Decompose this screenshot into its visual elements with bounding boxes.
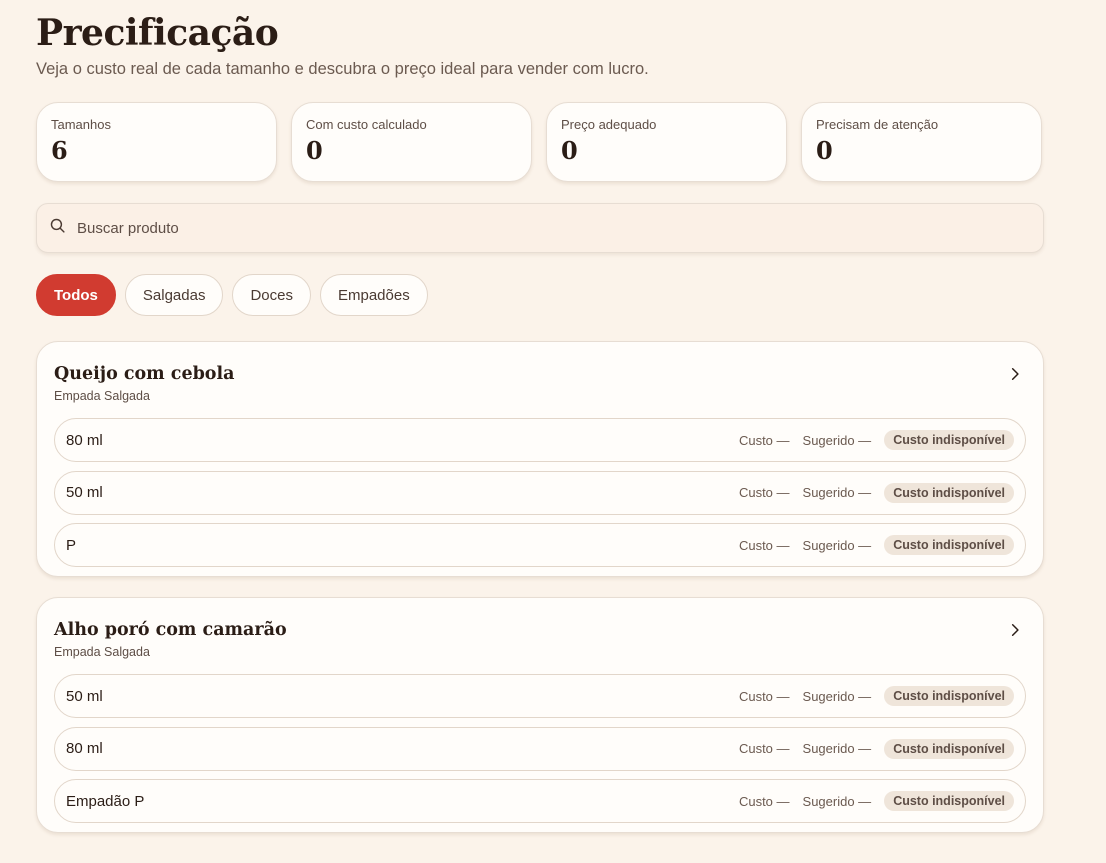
size-name: Empadão P <box>66 792 145 810</box>
search-input[interactable] <box>75 218 979 238</box>
chevron-right-icon[interactable] <box>1008 623 1022 637</box>
suggested-price-value: Sugerido — <box>802 537 872 553</box>
stat-value: 6 <box>51 136 68 165</box>
cost-value: Custo — <box>738 537 790 553</box>
page-subtitle: Veja o custo real de cada tamanho e desc… <box>36 60 649 78</box>
size-name: 80 ml <box>66 431 103 449</box>
status-badge: Custo indisponível <box>884 791 1014 811</box>
page-title: Precificação <box>36 12 279 54</box>
status-badge: Custo indisponível <box>884 738 1014 759</box>
size-row[interactable]: 80 ml Custo — Sugerido — Custo indisponí… <box>54 726 1026 771</box>
suggested-price-value: Sugerido — <box>802 485 872 500</box>
size-row[interactable]: P Custo — Sugerido — Custo indisponível <box>54 523 1026 567</box>
stat-card-sizes: Tamanhos 6 <box>36 102 277 182</box>
suggested-price-value: Sugerido — <box>802 688 872 704</box>
cost-value: Custo — <box>738 688 790 704</box>
cost-value: Custo — <box>738 793 790 809</box>
cost-value: Custo — <box>738 485 790 500</box>
suggested-price-value: Sugerido — <box>802 741 872 756</box>
stat-label: Precisam de atenção <box>816 117 939 132</box>
status-badge: Custo indisponível <box>884 482 1014 503</box>
size-row[interactable]: 80 ml Custo — Sugerido — Custo indisponí… <box>54 418 1026 462</box>
size-name: 50 ml <box>66 484 103 501</box>
product-name: Queijo com cebola <box>54 364 235 384</box>
product-card-header[interactable]: Queijo com cebola Empada Salgada <box>54 342 1026 418</box>
size-name: P <box>66 536 77 554</box>
suggested-price-value: Sugerido — <box>802 432 872 448</box>
size-row[interactable]: Empadão P Custo — Sugerido — Custo indis… <box>54 779 1026 823</box>
stat-value: 0 <box>561 136 578 165</box>
cost-value: Custo — <box>738 432 790 448</box>
stat-card-with-cost: Com custo calculado 0 <box>291 102 532 182</box>
stats-row: Tamanhos 6 Com custo calculado 0 Preço a… <box>36 102 1042 182</box>
size-row[interactable]: 50 ml Custo — Sugerido — Custo indisponí… <box>54 674 1026 718</box>
filter-chip-empadoes[interactable]: Empadões <box>319 274 428 316</box>
category-filters: Todos Salgadas Doces Empadões <box>36 274 428 316</box>
filter-chip-todos[interactable]: Todos <box>36 274 116 316</box>
stat-label: Tamanhos <box>51 117 111 132</box>
search-icon <box>49 217 66 239</box>
product-category: Empada Salgada <box>54 389 150 403</box>
filter-chip-doces[interactable]: Doces <box>232 274 311 316</box>
size-name: 80 ml <box>66 740 103 757</box>
size-name: 50 ml <box>66 687 103 705</box>
filter-chip-salgadas[interactable]: Salgadas <box>124 274 224 316</box>
stat-value: 0 <box>306 136 323 165</box>
stat-label: Preço adequado <box>561 117 657 132</box>
stat-card-needs-attention: Precisam de atenção 0 <box>801 102 1042 182</box>
stat-value: 0 <box>816 136 833 165</box>
chevron-right-icon[interactable] <box>1008 367 1022 381</box>
product-category: Empada Salgada <box>54 645 150 659</box>
product-card-header[interactable]: Alho poró com camarão Empada Salgada <box>54 598 1026 674</box>
size-row[interactable]: 50 ml Custo — Sugerido — Custo indisponí… <box>54 470 1026 515</box>
product-card: Queijo com cebola Empada Salgada 80 ml C… <box>36 341 1044 577</box>
cost-value: Custo — <box>738 741 790 756</box>
product-name: Alho poró com camarão <box>54 620 287 640</box>
suggested-price-value: Sugerido — <box>802 793 872 809</box>
status-badge: Custo indisponível <box>884 686 1014 706</box>
status-badge: Custo indisponível <box>884 430 1014 450</box>
search-bar <box>36 203 1044 253</box>
product-card: Alho poró com camarão Empada Salgada 50 … <box>36 597 1044 833</box>
status-badge: Custo indisponível <box>884 535 1014 555</box>
stat-card-adequate-price: Preço adequado 0 <box>546 102 787 182</box>
stat-label: Com custo calculado <box>306 117 427 132</box>
